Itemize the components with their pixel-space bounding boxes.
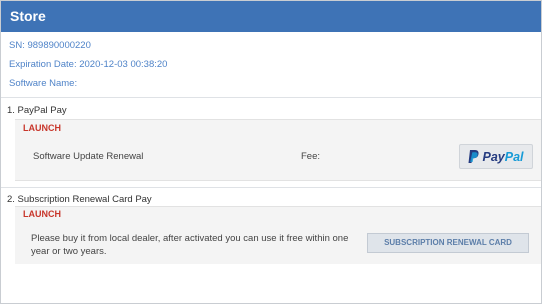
serial-number: SN: 989890000220 — [9, 40, 91, 51]
fee-label: Fee: — [301, 151, 321, 162]
subscription-card-pay-card: LAUNCH Please buy it from local dealer, … — [15, 206, 541, 266]
card-description-line-2: year or two years. — [31, 246, 107, 257]
subscription-renewal-card-button[interactable]: SUBSCRIPTION RENEWAL CARD — [367, 233, 529, 253]
paypal-button[interactable]: PayPal — [459, 144, 533, 169]
store-window: Store SN: 989890000220 Expiration Date: … — [0, 0, 542, 304]
launch-brand-label: LAUNCH — [23, 209, 61, 219]
paypal-pay-card: LAUNCH Software Update Renewal Fee: PayP… — [15, 119, 541, 181]
card-description-line-1: Please buy it from local dealer, after a… — [31, 233, 349, 244]
paypal-text-pay: Pay — [482, 149, 505, 164]
window-title: Store — [1, 1, 541, 32]
paypal-button-text: PayPal — [482, 150, 523, 164]
software-name: Software Name: — [9, 78, 78, 89]
card-section-title: 2. Subscription Renewal Card Pay — [7, 194, 152, 205]
launch-brand-label: LAUNCH — [23, 123, 61, 133]
paypal-section-title: 1. PayPal Pay — [7, 105, 67, 116]
expiration-date: Expiration Date: 2020-12-03 00:38:20 — [9, 59, 168, 70]
paypal-text-pal: Pal — [504, 149, 524, 164]
empty-area — [1, 264, 541, 303]
software-update-renewal-label: Software Update Renewal — [33, 151, 144, 162]
divider — [1, 187, 541, 188]
paypal-logo-icon — [468, 149, 480, 163]
divider — [1, 97, 541, 98]
